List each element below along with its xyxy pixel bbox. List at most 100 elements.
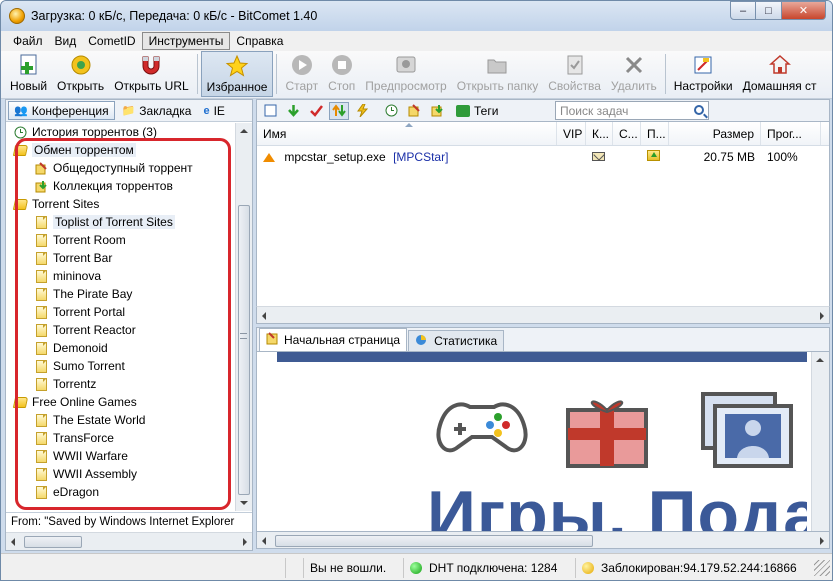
start-button-label: Старт	[285, 79, 319, 93]
scroll-down-icon[interactable]	[240, 501, 248, 505]
settings-button[interactable]: Настройки	[669, 51, 738, 97]
tree-item-label: Torrent Reactor	[53, 323, 136, 337]
tab-bookmark[interactable]: 📁 Закладка	[117, 101, 197, 120]
scroll-left-icon[interactable]	[262, 312, 266, 320]
page-icon	[34, 377, 48, 391]
collection-icon[interactable]	[427, 102, 447, 120]
tree-item-torrent-bar[interactable]: Torrent Bar	[6, 249, 234, 267]
scroll-up-icon[interactable]	[816, 358, 824, 362]
minimize-button[interactable]: –	[730, 1, 756, 20]
scroll-right-icon[interactable]	[820, 537, 824, 545]
menu-view[interactable]: Вид	[49, 33, 83, 49]
tree-item-torrent-room[interactable]: Torrent Room	[6, 231, 234, 249]
tree-item-toplist[interactable]: Toplist of Torrent Sites	[6, 213, 234, 231]
main-toolbar: Новый Открыть Открыть URL Избранное Стар…	[1, 51, 832, 99]
tree-vertical-scrollbar[interactable]	[235, 123, 252, 511]
tree-item-estate-world[interactable]: The Estate World	[6, 411, 234, 429]
column-k[interactable]: К...	[586, 122, 613, 145]
page-icon	[34, 431, 48, 445]
delete-button-label: Удалить	[610, 79, 657, 93]
column-progress[interactable]: Прог...	[761, 122, 821, 145]
menu-file[interactable]: Файл	[7, 33, 49, 49]
tree-folder-torrent-sites[interactable]: Torrent Sites	[6, 195, 234, 213]
download-arrow-icon[interactable]	[283, 102, 303, 120]
tree-item-edragon[interactable]: eDragon	[6, 483, 234, 501]
checkmark-icon[interactable]	[306, 102, 326, 120]
tree-item-wwii-assembly[interactable]: WWII Assembly	[6, 465, 234, 483]
start-button[interactable]: Старт	[280, 51, 323, 97]
preview-button[interactable]: Предпросмотр	[360, 51, 451, 97]
lightning-icon[interactable]	[352, 102, 372, 120]
scroll-left-icon[interactable]	[262, 537, 266, 545]
history-icon[interactable]	[381, 102, 401, 120]
task-list-horizontal-scrollbar[interactable]	[256, 306, 830, 324]
column-size[interactable]: Размер	[669, 122, 761, 145]
close-button[interactable]: ✕	[782, 1, 826, 20]
status-login[interactable]: Вы не вошли.	[304, 558, 404, 578]
tree-item-mininova[interactable]: mininova	[6, 267, 234, 285]
scrollbar-thumb[interactable]	[275, 535, 593, 547]
maximize-button[interactable]: □	[756, 1, 782, 20]
tree-item-history[interactable]: История торрентов (3)	[6, 123, 234, 141]
column-s[interactable]: С...	[613, 122, 641, 145]
delete-button[interactable]: Удалить	[606, 51, 662, 97]
task-row[interactable]: mpcstar_setup.exe [MPCStar] 20.75 MB 100…	[257, 146, 829, 168]
menu-help[interactable]: Справка	[230, 33, 289, 49]
task-search-input[interactable]: Поиск задач	[555, 101, 709, 120]
search-icon[interactable]	[694, 105, 704, 115]
tree-item-torrent-reactor[interactable]: Torrent Reactor	[6, 321, 234, 339]
column-vip[interactable]: VIP	[557, 122, 586, 145]
stop-button[interactable]: Стоп	[323, 51, 360, 97]
tab-home-page[interactable]: Начальная страница	[259, 328, 408, 351]
scrollbar-thumb[interactable]	[24, 536, 82, 548]
gift-icon[interactable]	[562, 390, 652, 470]
tree-item-torrentz[interactable]: Torrentz	[6, 375, 234, 393]
tags-button[interactable]: Теги	[456, 104, 498, 118]
tree-item-demonoid[interactable]: Demonoid	[6, 339, 234, 357]
tree-item-public-torrent[interactable]: Общедоступный торрент	[6, 159, 234, 177]
tree-item-transforce[interactable]: TransForce	[6, 429, 234, 447]
menu-tools[interactable]: Инструменты	[141, 32, 231, 50]
tab-ie[interactable]: e IE	[198, 101, 229, 120]
tree-item-wwii-warfare[interactable]: WWII Warfare	[6, 447, 234, 465]
tree-item-pirate-bay[interactable]: The Pirate Bay	[6, 285, 234, 303]
column-p[interactable]: П...	[641, 122, 669, 145]
task-p-cell	[641, 150, 669, 164]
favorites-button[interactable]: Избранное	[200, 51, 274, 97]
open-url-button[interactable]: Открыть URL	[109, 51, 193, 97]
public-torrent-icon[interactable]	[404, 102, 424, 120]
tree-item-torrent-portal[interactable]: Torrent Portal	[6, 303, 234, 321]
scroll-right-icon[interactable]	[820, 312, 824, 320]
task-size: 20.75 MB	[703, 150, 755, 164]
tab-conference[interactable]: 👥 Конференция	[8, 101, 115, 120]
browser-horizontal-scrollbar[interactable]	[256, 531, 830, 549]
folder-icon	[12, 143, 28, 157]
tree-folder-free-online-games[interactable]: Free Online Games	[6, 393, 234, 411]
photos-icon[interactable]	[697, 390, 797, 470]
scrollbar-thumb[interactable]	[238, 205, 250, 495]
scroll-left-icon[interactable]	[11, 538, 15, 546]
resize-grip-icon[interactable]	[814, 560, 830, 576]
scroll-right-icon[interactable]	[243, 538, 247, 546]
scroll-up-icon[interactable]	[240, 129, 248, 133]
upload-download-icon[interactable]	[329, 101, 349, 120]
menu-cometid[interactable]: CometID	[82, 33, 141, 49]
menu-bar: Файл Вид CometID Инструменты Справка	[1, 31, 832, 51]
browser-vertical-scrollbar[interactable]	[811, 352, 829, 548]
gamepad-icon[interactable]	[432, 387, 532, 467]
tree-item-torrent-exchange[interactable]: Обмен торрентом	[6, 141, 234, 159]
home-icon	[768, 53, 792, 77]
tree-item-sumo-torrent[interactable]: Sumo Torrent	[6, 357, 234, 375]
home-page-button[interactable]: Домашняя ст	[738, 51, 822, 97]
preview-button-label: Предпросмотр	[365, 79, 447, 93]
properties-button[interactable]: Свойства	[543, 51, 606, 97]
tab-statistics[interactable]: Статистика	[408, 330, 505, 351]
new-document-icon	[17, 53, 41, 77]
open-folder-button[interactable]: Открыть папку	[452, 51, 544, 97]
left-horizontal-scrollbar[interactable]	[6, 532, 252, 550]
new-button[interactable]: Новый	[5, 51, 52, 97]
tree-item-torrent-collection[interactable]: Коллекция торрентов	[6, 177, 234, 195]
new-task-icon[interactable]	[260, 102, 280, 120]
open-button[interactable]: Открыть	[52, 51, 109, 97]
tree-item-label: The Estate World	[53, 413, 146, 427]
